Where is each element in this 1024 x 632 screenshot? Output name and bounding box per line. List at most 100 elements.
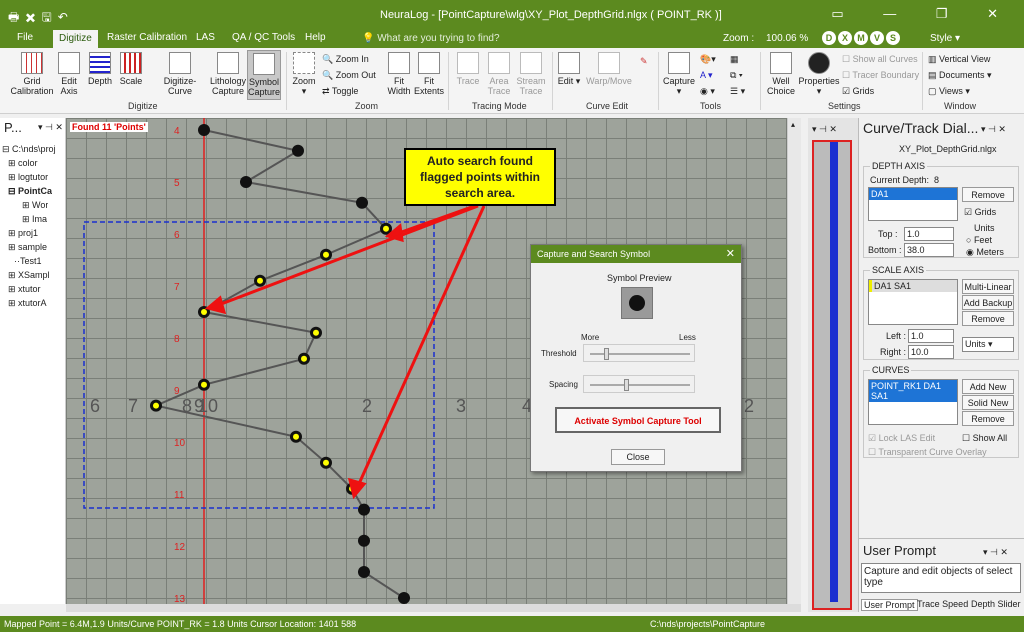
list-item[interactable]: POINT_RK1 DA1 SA1: [869, 380, 957, 402]
add-new-button[interactable]: Add New: [962, 379, 1014, 394]
mode-v-button[interactable]: V: [870, 31, 884, 45]
depth-axis-list[interactable]: DA1: [868, 187, 958, 221]
panel-controls-icon[interactable]: ▾ ⊣ ✕: [981, 124, 1006, 135]
tab-trace-speed[interactable]: Trace Speed: [917, 599, 968, 609]
symbol-capture-button[interactable]: Symbol Capture: [247, 50, 281, 100]
track-pin-icon[interactable]: ▾ ⊣ ✕: [812, 124, 837, 135]
edit-button[interactable]: Edit ▾: [556, 52, 582, 86]
tree-item[interactable]: ⊞ xtutor: [8, 284, 41, 295]
show-all-checkbox[interactable]: ☐ Show All: [962, 433, 1007, 444]
scale-button[interactable]: Scale: [118, 52, 144, 86]
mode-x-button[interactable]: X: [838, 31, 852, 45]
scroll-up-icon[interactable]: ▴: [791, 120, 795, 129]
quick-access-toolbar[interactable]: 🖶✖🖫↶: [8, 8, 74, 29]
spacing-slider[interactable]: [583, 375, 695, 393]
area-trace-button[interactable]: Area Trace: [484, 52, 514, 96]
depth-button[interactable]: Depth: [86, 52, 114, 86]
dialog-close-icon[interactable]: ✕: [726, 247, 735, 260]
tree-item[interactable]: ⊞ proj1: [8, 228, 38, 239]
tree-item[interactable]: ⊞ sample: [8, 242, 47, 253]
plot-vertical-scrollbar[interactable]: ▴: [787, 118, 801, 604]
digitize-curve-button[interactable]: Digitize-Curve: [152, 52, 208, 96]
grid-calibration-button[interactable]: Grid Calibration: [8, 52, 56, 96]
arrange-icon[interactable]: ⧉ ▾: [730, 70, 743, 81]
units-select[interactable]: Units ▾: [962, 337, 1014, 352]
depth-remove-button[interactable]: Remove: [962, 187, 1014, 202]
tree-item[interactable]: ··Test1: [14, 256, 42, 266]
tree-item[interactable]: ⊟ PointCa: [8, 186, 52, 197]
grids-checkbox[interactable]: ☑ Grids: [842, 86, 874, 97]
fit-extents-button[interactable]: Fit Extents: [414, 52, 444, 96]
mode-s-button[interactable]: S: [886, 31, 900, 45]
fill-icon[interactable]: ◉ ▾: [700, 86, 715, 97]
tell-me-search[interactable]: 💡 What are you trying to find?: [362, 33, 500, 44]
list-item[interactable]: DA1 SA1: [869, 280, 957, 292]
bottom-input[interactable]: 38.0: [904, 243, 954, 257]
properties-button[interactable]: Properties ▾: [798, 52, 840, 96]
curve-point[interactable]: [398, 592, 410, 604]
curve-remove-button[interactable]: Remove: [962, 411, 1014, 426]
zoom-button[interactable]: Zoom ▾: [290, 52, 318, 96]
tree-item[interactable]: ⊞ Ima: [22, 214, 47, 225]
edit-axis-button[interactable]: Edit Axis: [56, 52, 82, 96]
threshold-slider[interactable]: [583, 344, 695, 362]
dialog-close-button[interactable]: Close: [611, 449, 665, 465]
eraser-icon[interactable]: ✎: [640, 56, 648, 67]
scale-axis-list[interactable]: DA1 SA1: [868, 279, 958, 325]
depth-grids-checkbox[interactable]: ☑ Grids: [964, 207, 996, 218]
tab-qa-qc-tools[interactable]: QA / QC Tools: [232, 32, 295, 43]
align-icon[interactable]: ☰ ▾: [730, 86, 745, 97]
tab-user-prompt[interactable]: User Prompt: [861, 599, 918, 611]
tab-file[interactable]: File: [17, 32, 33, 43]
capture-button[interactable]: Capture ▾: [662, 52, 696, 96]
feet-radio[interactable]: ○ Feet: [966, 235, 992, 245]
tree-item[interactable]: ⊞ xtutorA: [8, 298, 47, 309]
curve-point[interactable]: [356, 196, 368, 209]
tree-item[interactable]: ⊟ C:\nds\proj: [2, 144, 56, 155]
window-controls[interactable]: ▭ — ❐ ✕: [831, 6, 1016, 22]
tracer-boundary-checkbox[interactable]: ☐ Tracer Boundary: [842, 70, 919, 81]
show-all-curves-checkbox[interactable]: ☐ Show all Curves: [842, 54, 918, 65]
plot-horizontal-scrollbar[interactable]: [66, 604, 801, 612]
curve-point[interactable]: [358, 534, 370, 547]
left-input[interactable]: 1.0: [908, 329, 954, 343]
scale-remove-button[interactable]: Remove: [962, 311, 1014, 326]
solid-new-button[interactable]: Solid New: [962, 395, 1014, 410]
layout-icon[interactable]: ▦: [730, 54, 739, 65]
threshold-thumb[interactable]: [604, 348, 609, 360]
curve-point[interactable]: [198, 124, 210, 136]
curves-list[interactable]: POINT_RK1 DA1 SA1: [868, 379, 958, 425]
tab-raster-calibration[interactable]: Raster Calibration: [107, 32, 187, 43]
tab-depth-slider[interactable]: Depth Slider: [971, 599, 1021, 609]
panel-pin-icon[interactable]: ▾ ⊣ ✕: [38, 122, 63, 133]
vertical-view-button[interactable]: ▥ Vertical View: [928, 54, 990, 65]
meters-radio[interactable]: ◉ Meters: [966, 247, 1004, 258]
toggle-button[interactable]: ⇄ Toggle: [322, 86, 358, 97]
zoom-in-button[interactable]: 🔍 Zoom In: [322, 54, 369, 65]
lock-las-edit-checkbox[interactable]: ☑ Lock LAS Edit: [868, 433, 935, 444]
tab-las[interactable]: LAS: [196, 32, 215, 43]
documents-button[interactable]: ▤ Documents ▾: [928, 70, 992, 81]
color-palette-icon[interactable]: 🎨▾: [700, 54, 716, 65]
tab-help[interactable]: Help: [305, 32, 326, 43]
lithology-capture-button[interactable]: Lithology Capture: [210, 52, 246, 96]
right-input[interactable]: 10.0: [908, 345, 954, 359]
tab-digitize[interactable]: Digitize: [53, 30, 98, 48]
user-prompt-controls-icon[interactable]: ▾ ⊣ ✕: [983, 547, 1008, 558]
add-backup-button[interactable]: Add Backup: [962, 295, 1014, 310]
curve-point[interactable]: [358, 503, 370, 516]
mode-m-button[interactable]: M: [854, 31, 868, 45]
tree-item[interactable]: ⊞ Wor: [22, 200, 48, 211]
stream-trace-button[interactable]: Stream Trace: [514, 52, 548, 96]
list-item[interactable]: DA1: [869, 188, 957, 200]
text-a-icon[interactable]: A ▾: [700, 70, 713, 81]
fit-width-button[interactable]: Fit Width: [384, 52, 414, 96]
mode-d-button[interactable]: D: [822, 31, 836, 45]
zoom-out-button[interactable]: 🔍 Zoom Out: [322, 70, 376, 81]
tree-item[interactable]: ⊞ logtutor: [8, 172, 48, 183]
tree-item[interactable]: ⊞ color: [8, 158, 38, 169]
style-menu[interactable]: Style ▾: [930, 33, 960, 44]
search-area-box[interactable]: [83, 221, 435, 509]
well-choice-button[interactable]: Well Choice: [764, 52, 798, 96]
top-input[interactable]: 1.0: [904, 227, 954, 241]
